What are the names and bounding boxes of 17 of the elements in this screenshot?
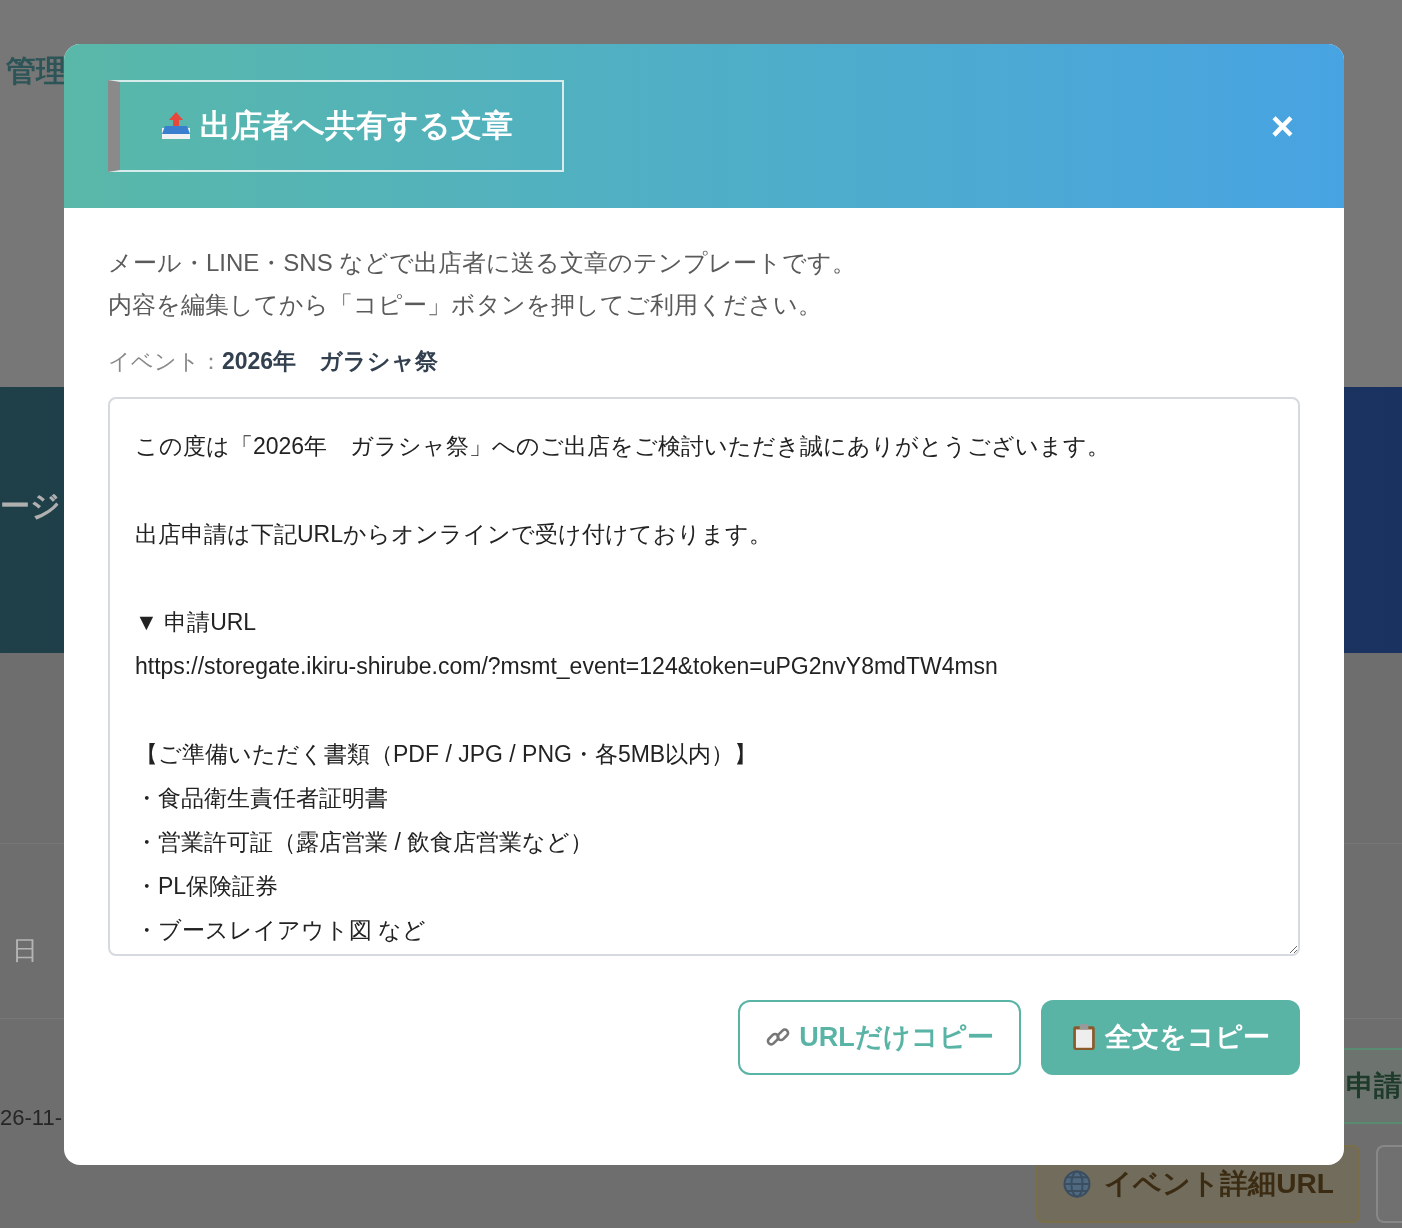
table-header-cell-text: 日 (12, 934, 38, 967)
globe-icon (1062, 1169, 1093, 1199)
modal-title: 出店者へ共有する文章 (108, 80, 564, 172)
event-label: イベント： (108, 348, 222, 376)
page-heading: ージ (0, 488, 61, 524)
date-cell-text: 26-11- (0, 1104, 62, 1132)
message-textarea[interactable]: この度は「2026年 ガラシャ祭」へのご出店をご検討いただき誠にありがとうございます。 出店申請は下記URLからオンラインで受け付けております。 ▼ 申請URL https://storegate.ikiru-shirube.com/?msmt_event=124&token=uPG2nvY8mdTW4msn 【ご準備いただく書類（PDF / JPG / PNG・各5MB以内）】 ・食品衛生責任者証明書 ・営業許可証（露店営業 / 飲食店営業など） ・PL保険証券 ・ブースレイアウト図 など (108, 396, 1300, 956)
copy-url-button[interactable]: URLだけコピー (738, 999, 1021, 1075)
secondary-button[interactable] (1376, 1145, 1402, 1223)
copy-all-button[interactable]: 全文をコピー (1041, 999, 1300, 1075)
inbox-tray-icon (160, 110, 192, 142)
description-text: 内容を編集してから「コピー」ボタンを押してご利用ください。 (108, 290, 823, 320)
close-button[interactable]: × (1270, 106, 1294, 146)
site-title: 管理 (6, 53, 66, 89)
event-name: 2026年 ガラシャ祭 (222, 347, 439, 376)
description-text: メール・LINE・SNS などで出店者に送る文章のテンプレートです。 (108, 248, 858, 278)
clipboard-icon (1071, 1023, 1097, 1051)
